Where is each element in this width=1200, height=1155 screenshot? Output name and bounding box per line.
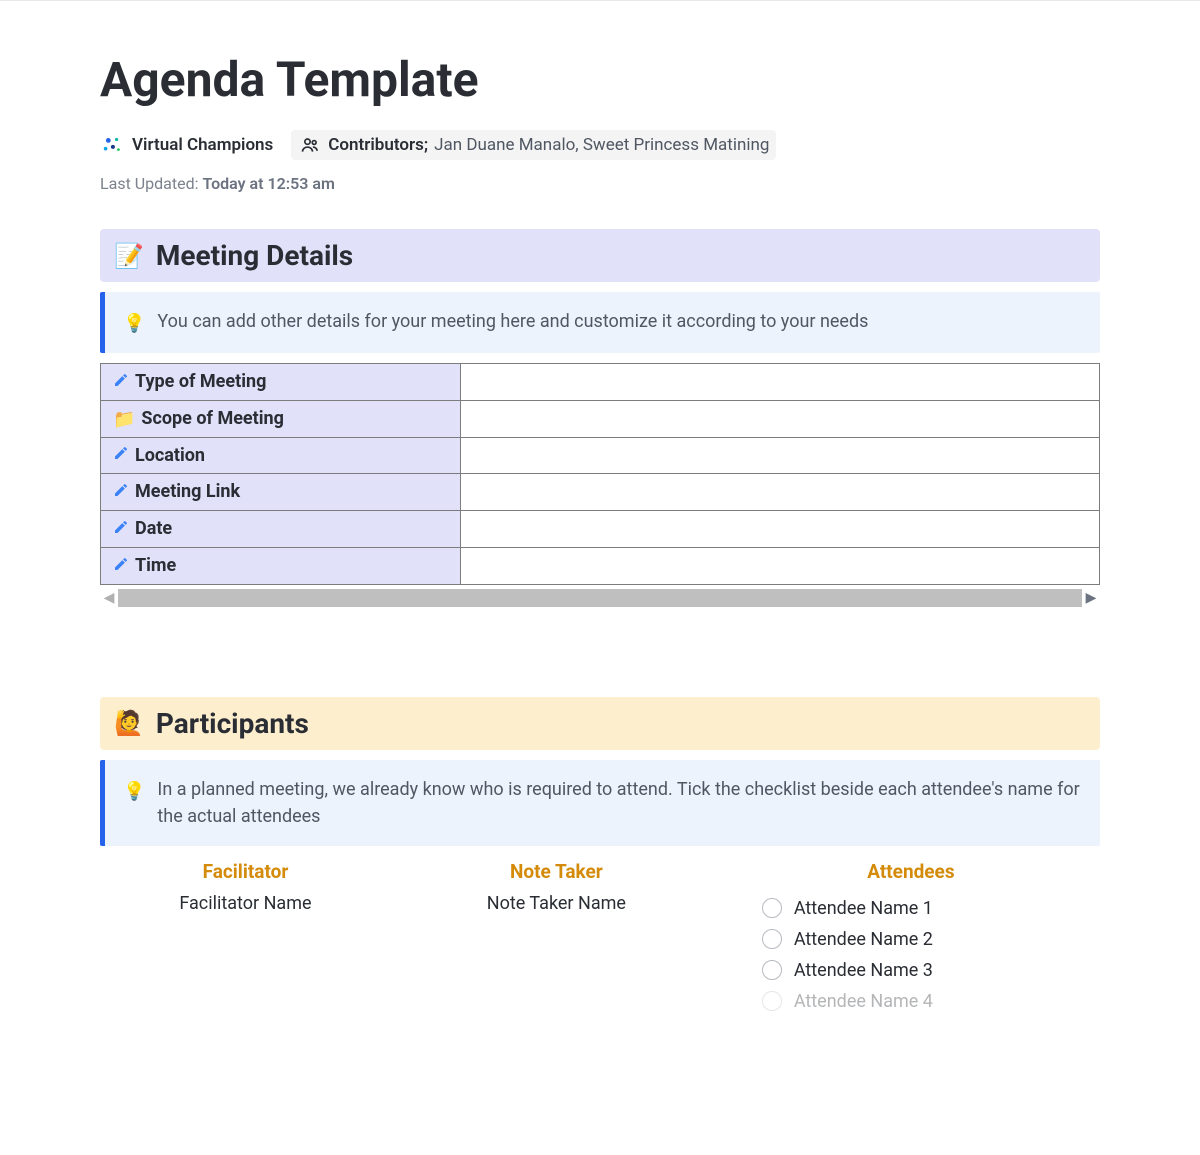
table-label-cell: Type of Meeting xyxy=(101,364,461,401)
table-value-cell[interactable] xyxy=(461,547,1100,584)
contributors-value: Jan Duane Manalo, Sweet Princess Matinin… xyxy=(434,135,769,155)
note-taker-column: Note Taker Note Taker Name xyxy=(411,860,702,1017)
last-updated-value: Today at 12:53 am xyxy=(202,174,334,193)
page-title: Agenda Template xyxy=(100,51,1100,108)
list-item: Attendee Name 3 xyxy=(722,955,1100,986)
table-row: Meeting Link xyxy=(101,474,1100,511)
raise-hand-icon: 🙋 xyxy=(114,709,144,737)
meeting-details-header: 📝 Meeting Details xyxy=(100,229,1100,282)
facilitator-column: Facilitator Facilitator Name xyxy=(100,860,391,1017)
participants-title: Participants xyxy=(156,707,309,740)
scroll-track[interactable] xyxy=(118,589,1082,607)
attendee-checkbox[interactable] xyxy=(762,991,782,1011)
pencil-icon xyxy=(113,445,129,466)
participants-info-text: In a planned meeting, we already know wh… xyxy=(157,776,1082,830)
attendees-heading: Attendees xyxy=(722,860,1100,883)
contributors-chip[interactable]: Contributors; Jan Duane Manalo, Sweet Pr… xyxy=(291,130,776,160)
section-spacer xyxy=(100,607,1100,697)
bulb-icon: 💡 xyxy=(123,310,145,337)
meeting-details-table: Type of Meeting📁 Scope of Meeting Location… xyxy=(100,363,1100,585)
attendee-list: Attendee Name 1 Attendee Name 2 Attendee N… xyxy=(722,893,1100,1017)
table-label-cell: Meeting Link xyxy=(101,474,461,511)
participants-columns: Facilitator Facilitator Name Note Taker … xyxy=(100,860,1100,1017)
table-row-label: Time xyxy=(135,555,176,576)
pencil-icon xyxy=(113,556,129,577)
note-taker-value[interactable]: Note Taker Name xyxy=(411,893,702,914)
attendees-column: Attendees Attendee Name 1 Attendee Name 2… xyxy=(722,860,1100,1017)
scroll-right-button[interactable]: ▶ xyxy=(1082,589,1100,607)
note-taker-heading: Note Taker xyxy=(411,860,702,883)
pencil-icon xyxy=(113,482,129,503)
last-updated: Last Updated: Today at 12:53 am xyxy=(100,174,1100,193)
facilitator-heading: Facilitator xyxy=(100,860,391,883)
table-row-label: Location xyxy=(135,445,205,466)
people-icon xyxy=(298,133,322,157)
table-row: Date xyxy=(101,511,1100,548)
table-row: Time xyxy=(101,547,1100,584)
table-label-cell: 📁 Scope of Meeting xyxy=(101,400,461,437)
participants-info-banner: 💡 In a planned meeting, we already know … xyxy=(100,760,1100,846)
table-row: Location xyxy=(101,437,1100,474)
table-row-label: Meeting Link xyxy=(135,481,240,502)
table-label-cell: Date xyxy=(101,511,461,548)
pencil-icon xyxy=(113,372,129,393)
team-logo-icon xyxy=(100,133,124,157)
table-value-cell[interactable] xyxy=(461,437,1100,474)
participants-header: 🙋 Participants xyxy=(100,697,1100,750)
horizontal-scrollbar[interactable]: ◀ ▶ xyxy=(100,589,1100,607)
list-item: Attendee Name 1 xyxy=(722,893,1100,924)
team-name: Virtual Champions xyxy=(132,135,273,155)
table-value-cell[interactable] xyxy=(461,474,1100,511)
attendee-checkbox[interactable] xyxy=(762,960,782,980)
bulb-icon: 💡 xyxy=(123,778,145,805)
attendee-name: Attendee Name 2 xyxy=(794,929,933,950)
scroll-left-button[interactable]: ◀ xyxy=(100,589,118,607)
document-container: Agenda Template Virtual Champions xyxy=(0,11,1200,1017)
meeting-details-info-text: You can add other details for your meeti… xyxy=(157,308,868,335)
memo-icon: 📝 xyxy=(114,242,144,270)
meta-row: Virtual Champions Contributors; Jan Duan… xyxy=(100,130,1100,160)
meeting-details-info-banner: 💡 You can add other details for your mee… xyxy=(100,292,1100,353)
table-row-label: Date xyxy=(135,518,172,539)
table-row-label: Type of Meeting xyxy=(135,371,266,392)
meeting-details-title: Meeting Details xyxy=(156,239,353,272)
pencil-icon xyxy=(113,519,129,540)
list-item: Attendee Name 4 xyxy=(722,986,1100,1017)
table-value-cell[interactable] xyxy=(461,511,1100,548)
attendee-checkbox[interactable] xyxy=(762,929,782,949)
table-value-cell[interactable] xyxy=(461,364,1100,401)
table-row: 📁 Scope of Meeting xyxy=(101,400,1100,437)
attendee-name: Attendee Name 1 xyxy=(794,898,933,919)
table-value-cell[interactable] xyxy=(461,400,1100,437)
table-label-cell: Time xyxy=(101,547,461,584)
table-row: Type of Meeting xyxy=(101,364,1100,401)
attendee-checkbox[interactable] xyxy=(762,898,782,918)
table-row-label: Scope of Meeting xyxy=(141,408,283,429)
team-chip[interactable]: Virtual Champions xyxy=(100,133,273,157)
list-item: Attendee Name 2 xyxy=(722,924,1100,955)
attendee-name: Attendee Name 4 xyxy=(794,991,933,1012)
last-updated-label: Last Updated: xyxy=(100,174,198,193)
contributors-label: Contributors; xyxy=(328,135,428,155)
attendee-name: Attendee Name 3 xyxy=(794,960,933,981)
folder-icon: 📁 xyxy=(113,409,135,430)
table-label-cell: Location xyxy=(101,437,461,474)
facilitator-value[interactable]: Facilitator Name xyxy=(100,893,391,914)
